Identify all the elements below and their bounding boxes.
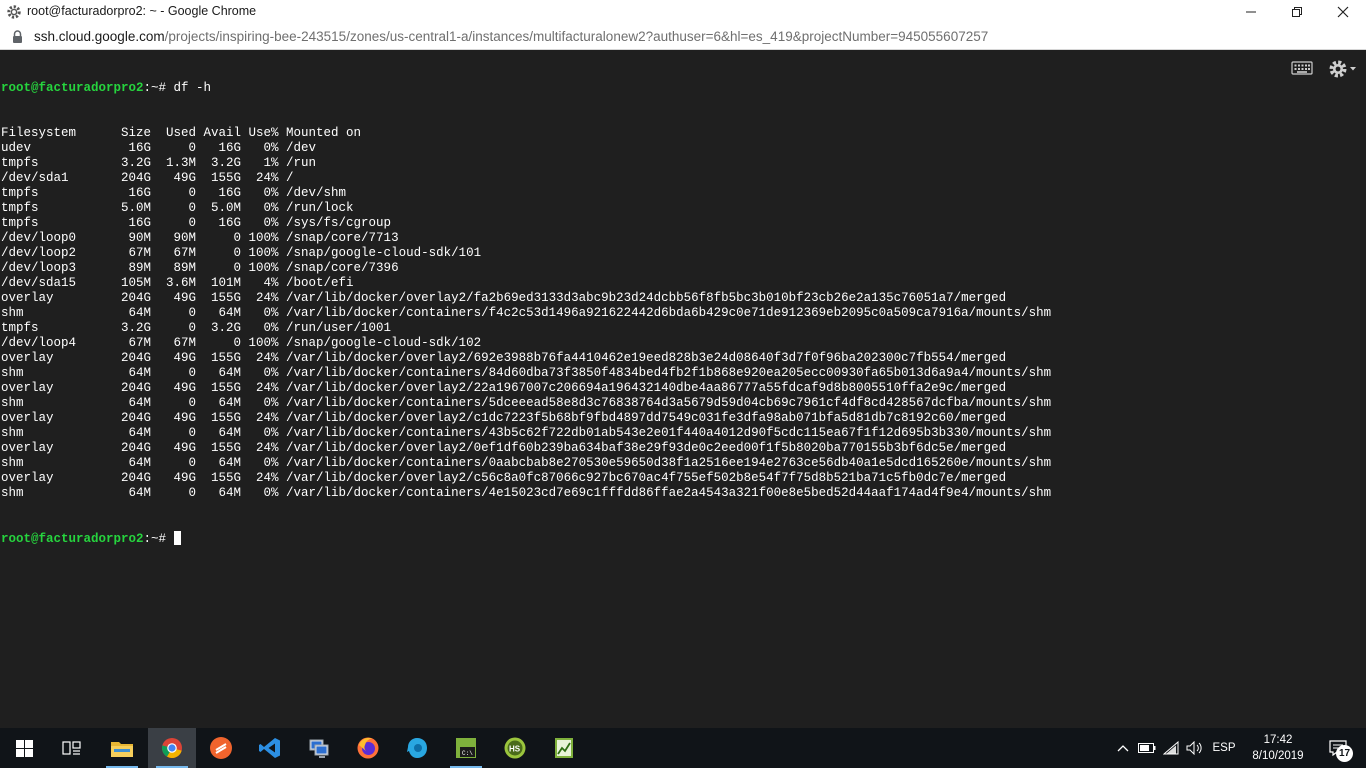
url-text[interactable]: ssh.cloud.google.com/projects/inspiring-… bbox=[34, 29, 988, 44]
df-row: tmpfs 3.2G 1.3M 3.2G 1% /run bbox=[1, 156, 317, 170]
firefox-icon bbox=[357, 737, 379, 759]
app-gear-icon bbox=[7, 5, 21, 19]
vscode-icon bbox=[259, 738, 280, 758]
file-explorer-icon bbox=[111, 742, 133, 757]
df-row: udev 16G 0 16G 0% /dev bbox=[1, 141, 317, 155]
df-output: Filesystem Size Used Avail Use% Mounted … bbox=[1, 126, 1051, 501]
restore-icon bbox=[1292, 7, 1302, 17]
window-title: root@facturadorpro2: ~ - Google Chrome bbox=[27, 4, 257, 18]
minimize-button[interactable] bbox=[1228, 0, 1274, 24]
start-button[interactable] bbox=[0, 728, 48, 768]
notification-badge: 17 bbox=[1336, 745, 1353, 762]
df-row: shm 64M 0 64M 0% /var/lib/docker/contain… bbox=[1, 366, 1052, 380]
df-row: overlay 204G 49G 155G 24% /var/lib/docke… bbox=[1, 411, 1007, 425]
df-row: /dev/sda15 105M 3.6M 101M 4% /boot/efi bbox=[1, 276, 354, 290]
file-explorer-button[interactable] bbox=[98, 728, 146, 768]
input-language[interactable]: ESP bbox=[1208, 728, 1240, 768]
wifi-icon bbox=[1163, 741, 1179, 755]
prompt-user: root@facturadorpro2 bbox=[1, 532, 144, 546]
current-prompt-line[interactable]: root@facturadorpro2:~# bbox=[1, 531, 1051, 546]
terminal-output: root@facturadorpro2:~# df -h Filesystem … bbox=[1, 51, 1051, 576]
battery-icon bbox=[1138, 743, 1156, 753]
command-line: root@facturadorpro2:~# df -h bbox=[1, 81, 1051, 96]
sublime-text-icon bbox=[210, 737, 232, 759]
clock-time: 17:42 bbox=[1263, 734, 1293, 746]
blue-app-button[interactable] bbox=[393, 728, 441, 768]
df-row: shm 64M 0 64M 0% /var/lib/docker/contain… bbox=[1, 396, 1052, 410]
terminal-app-button[interactable]: C:\ bbox=[442, 728, 490, 768]
df-row: overlay 204G 49G 155G 24% /var/lib/docke… bbox=[1, 441, 1007, 455]
df-row: tmpfs 5.0M 0 5.0M 0% /run/lock bbox=[1, 201, 354, 215]
windows-start-icon bbox=[15, 739, 33, 757]
prompt-user: root@facturadorpro2 bbox=[1, 81, 144, 95]
df-row: tmpfs 3.2G 0 3.2G 0% /run/user/1001 bbox=[1, 321, 392, 335]
address-bar[interactable]: ssh.cloud.google.com/projects/inspiring-… bbox=[0, 24, 1366, 50]
clock-date: 8/10/2019 bbox=[1252, 750, 1304, 762]
prompt-path: :~# bbox=[143, 532, 174, 546]
chart-app-button[interactable] bbox=[540, 728, 588, 768]
df-row: shm 64M 0 64M 0% /var/lib/docker/contain… bbox=[1, 426, 1052, 440]
lock-icon bbox=[13, 30, 22, 43]
volume-button[interactable] bbox=[1184, 728, 1206, 768]
df-row: /dev/loop2 67M 67M 0 100% /snap/google-c… bbox=[1, 246, 482, 260]
df-row: overlay 204G 49G 155G 24% /var/lib/docke… bbox=[1, 351, 1007, 365]
task-view-button[interactable] bbox=[48, 728, 96, 768]
chrome-button[interactable] bbox=[148, 728, 196, 768]
settings-gear-icon[interactable] bbox=[1328, 59, 1358, 79]
url-host: ssh.cloud.google.com bbox=[34, 29, 165, 44]
restore-button[interactable] bbox=[1274, 0, 1320, 24]
url-path: /projects/inspiring-bee-243515/zones/us-… bbox=[164, 29, 989, 44]
df-row: shm 64M 0 64M 0% /var/lib/docker/contain… bbox=[1, 306, 1052, 320]
speaker-icon bbox=[1186, 741, 1202, 755]
prompt-path: :~# bbox=[143, 81, 174, 95]
window-title-bar: root@facturadorpro2: ~ - Google Chrome bbox=[0, 0, 1366, 24]
df-row: overlay 204G 49G 155G 24% /var/lib/docke… bbox=[1, 471, 1007, 485]
df-row: /dev/loop3 89M 89M 0 100% /snap/core/739… bbox=[1, 261, 399, 275]
df-row: tmpfs 16G 0 16G 0% /sys/fs/cgroup bbox=[1, 216, 392, 230]
keyboard-icon[interactable] bbox=[1291, 60, 1313, 76]
firefox-button[interactable] bbox=[344, 728, 392, 768]
battery-button[interactable] bbox=[1136, 728, 1158, 768]
df-row: shm 64M 0 64M 0% /var/lib/docker/contain… bbox=[1, 456, 1052, 470]
chart-app-icon bbox=[555, 738, 573, 758]
clock[interactable]: 17:42 8/10/2019 bbox=[1244, 728, 1312, 768]
df-row: shm 64M 0 64M 0% /var/lib/docker/contain… bbox=[1, 486, 1052, 500]
chrome-icon bbox=[161, 738, 182, 759]
command-text: df -h bbox=[173, 81, 212, 95]
df-row: overlay 204G 49G 155G 24% /var/lib/docke… bbox=[1, 291, 1007, 305]
df-header-row: Filesystem Size Used Avail Use% Mounted … bbox=[1, 126, 362, 140]
df-row: /dev/loop0 90M 90M 0 100% /snap/core/771… bbox=[1, 231, 399, 245]
windows-taskbar: C:\ HS ESP 17:42 8/10/2019 17 bbox=[0, 728, 1366, 768]
df-row: /dev/sda1 204G 49G 155G 24% / bbox=[1, 171, 294, 185]
close-icon bbox=[1337, 6, 1349, 18]
df-row: /dev/loop4 67M 67M 0 100% /snap/google-c… bbox=[1, 336, 482, 350]
svg-text:HS: HS bbox=[509, 745, 521, 754]
sublime-text-button[interactable] bbox=[197, 728, 245, 768]
text-cursor bbox=[173, 531, 181, 545]
minimize-icon bbox=[1246, 11, 1256, 13]
remote-desktop-button[interactable] bbox=[295, 728, 343, 768]
wifi-button[interactable] bbox=[1160, 728, 1182, 768]
app-blue-icon bbox=[407, 738, 427, 758]
svg-text:C:\: C:\ bbox=[462, 750, 473, 757]
terminal-icon: C:\ bbox=[456, 738, 476, 758]
remote-desktop-icon bbox=[309, 739, 329, 758]
close-button[interactable] bbox=[1320, 0, 1366, 24]
show-hidden-icons-button[interactable] bbox=[1112, 728, 1134, 768]
heidisql-icon: HS bbox=[504, 737, 526, 759]
vscode-button[interactable] bbox=[246, 728, 294, 768]
ssh-terminal[interactable]: root@facturadorpro2:~# df -h Filesystem … bbox=[0, 50, 1366, 728]
df-row: tmpfs 16G 0 16G 0% /dev/shm bbox=[1, 186, 347, 200]
action-center-button[interactable]: 17 bbox=[1318, 728, 1358, 768]
chevron-up-icon bbox=[1117, 745, 1129, 752]
df-row: overlay 204G 49G 155G 24% /var/lib/docke… bbox=[1, 381, 1007, 395]
heidisql-button[interactable]: HS bbox=[491, 728, 539, 768]
task-view-icon bbox=[62, 741, 81, 755]
